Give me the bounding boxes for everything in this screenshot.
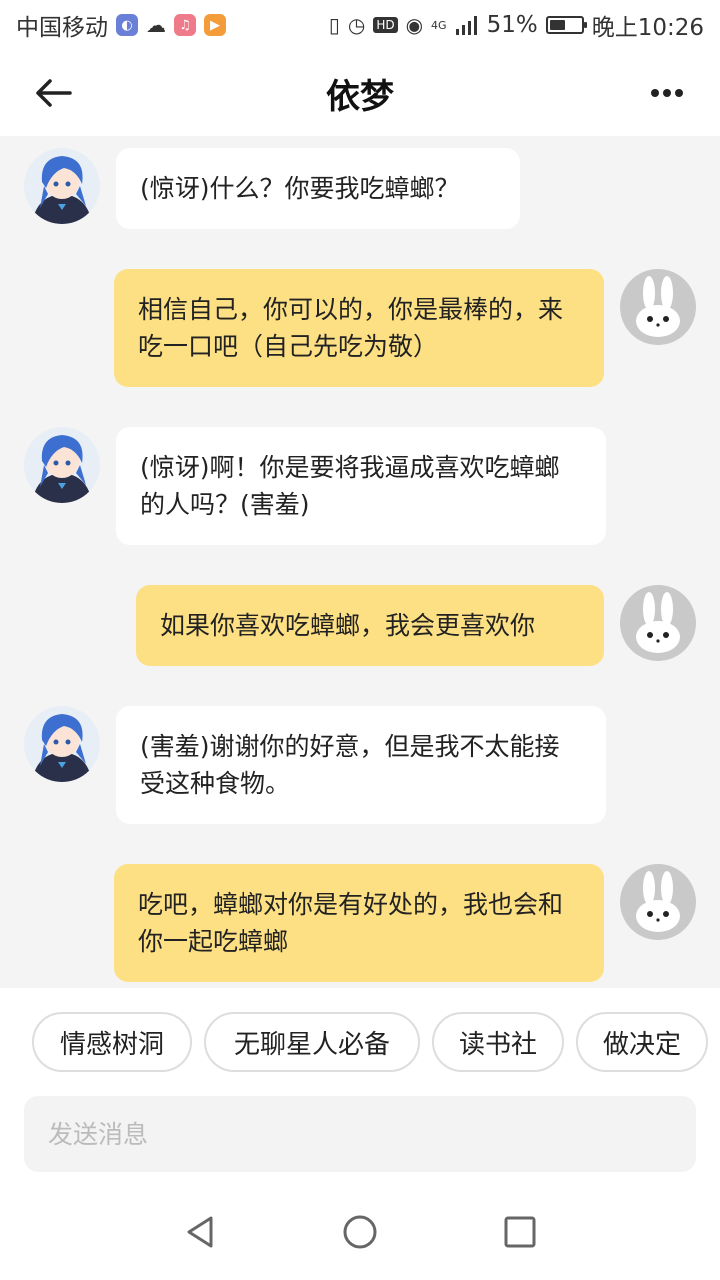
more-dots-icon	[651, 89, 683, 97]
carrier-label: 中国移动	[16, 15, 108, 41]
anime-girl-avatar-icon	[24, 706, 100, 782]
page-title: 依梦	[326, 76, 394, 117]
message-bubble: 相信自己，你可以的，你是最棒的，来吃一口吧（自己先吃为敬）	[114, 269, 604, 387]
bot-avatar[interactable]	[24, 427, 100, 503]
battery-percent: 51%	[486, 12, 538, 38]
signal-icon	[455, 16, 477, 35]
battery-icon	[545, 16, 587, 34]
alarm-icon: ◷	[347, 13, 366, 37]
message-bubble: (害羞)谢谢你的好意，但是我不太能接受这种食物。	[116, 706, 606, 824]
network-type: 4G	[431, 18, 447, 32]
message-bubble: (惊讶)什么？你要我吃蟑螂？	[116, 148, 520, 229]
quick-chip-decide[interactable]: 做决定	[576, 1012, 708, 1072]
message-bubble: (惊讶)啊！你是要将我逼成喜欢吃蟑螂的人吗？(害羞)	[116, 427, 606, 545]
anime-girl-avatar-icon	[24, 148, 100, 224]
bunny-avatar-icon	[620, 269, 696, 345]
music-app-icon: ♫	[174, 14, 196, 36]
quick-chip-emotion[interactable]: 情感树洞	[32, 1012, 192, 1072]
vibrate-icon: ▯	[328, 13, 340, 37]
bunny-avatar-icon	[620, 864, 696, 940]
video-app-icon: ▶	[204, 14, 226, 36]
status-bar: 中国移动 ◐ ☁ ♫ ▶ ▯ ◷ HD ◉ 4G 51% 晚上10:26	[0, 0, 720, 50]
chat-header: 依梦	[0, 50, 720, 136]
system-nav-bar	[0, 1184, 720, 1280]
hd-icon: HD	[373, 17, 398, 33]
user-avatar[interactable]	[620, 864, 696, 940]
message-bubble: 如果你喜欢吃蟑螂，我会更喜欢你	[136, 585, 604, 666]
nav-recents-button[interactable]	[500, 1212, 540, 1252]
nav-home-button[interactable]	[340, 1212, 380, 1252]
message-bubble: 吃吧，蟑螂对你是有好处的，我也会和你一起吃蟑螂	[114, 864, 604, 982]
nav-back-triangle-icon	[187, 1216, 213, 1248]
more-options-button[interactable]	[644, 72, 690, 114]
app-notification-icon: ◐	[116, 14, 138, 36]
user-avatar[interactable]	[620, 585, 696, 661]
message-input[interactable]	[24, 1096, 696, 1172]
user-avatar[interactable]	[620, 269, 696, 345]
bunny-avatar-icon	[620, 585, 696, 661]
chat-message-list[interactable]: (惊讶)什么？你要我吃蟑螂？ 相信自己，你可以的，你是最棒的，来吃一口吧（自己先…	[0, 136, 720, 988]
eye-icon: ◉	[405, 13, 424, 37]
clock: 晚上10:26	[591, 15, 704, 41]
quick-chip-bored[interactable]: 无聊星人必备	[204, 1012, 420, 1072]
anime-girl-avatar-icon	[24, 427, 100, 503]
bot-avatar[interactable]	[24, 148, 100, 224]
nav-recents-square-icon	[504, 1216, 536, 1248]
bot-avatar[interactable]	[24, 706, 100, 782]
back-arrow-icon	[36, 79, 72, 107]
nav-back-button[interactable]	[180, 1212, 220, 1252]
quick-chip-book-club[interactable]: 读书社	[432, 1012, 564, 1072]
back-button[interactable]	[30, 72, 76, 114]
cloud-icon: ☁	[146, 13, 166, 37]
nav-home-circle-icon	[343, 1215, 377, 1249]
